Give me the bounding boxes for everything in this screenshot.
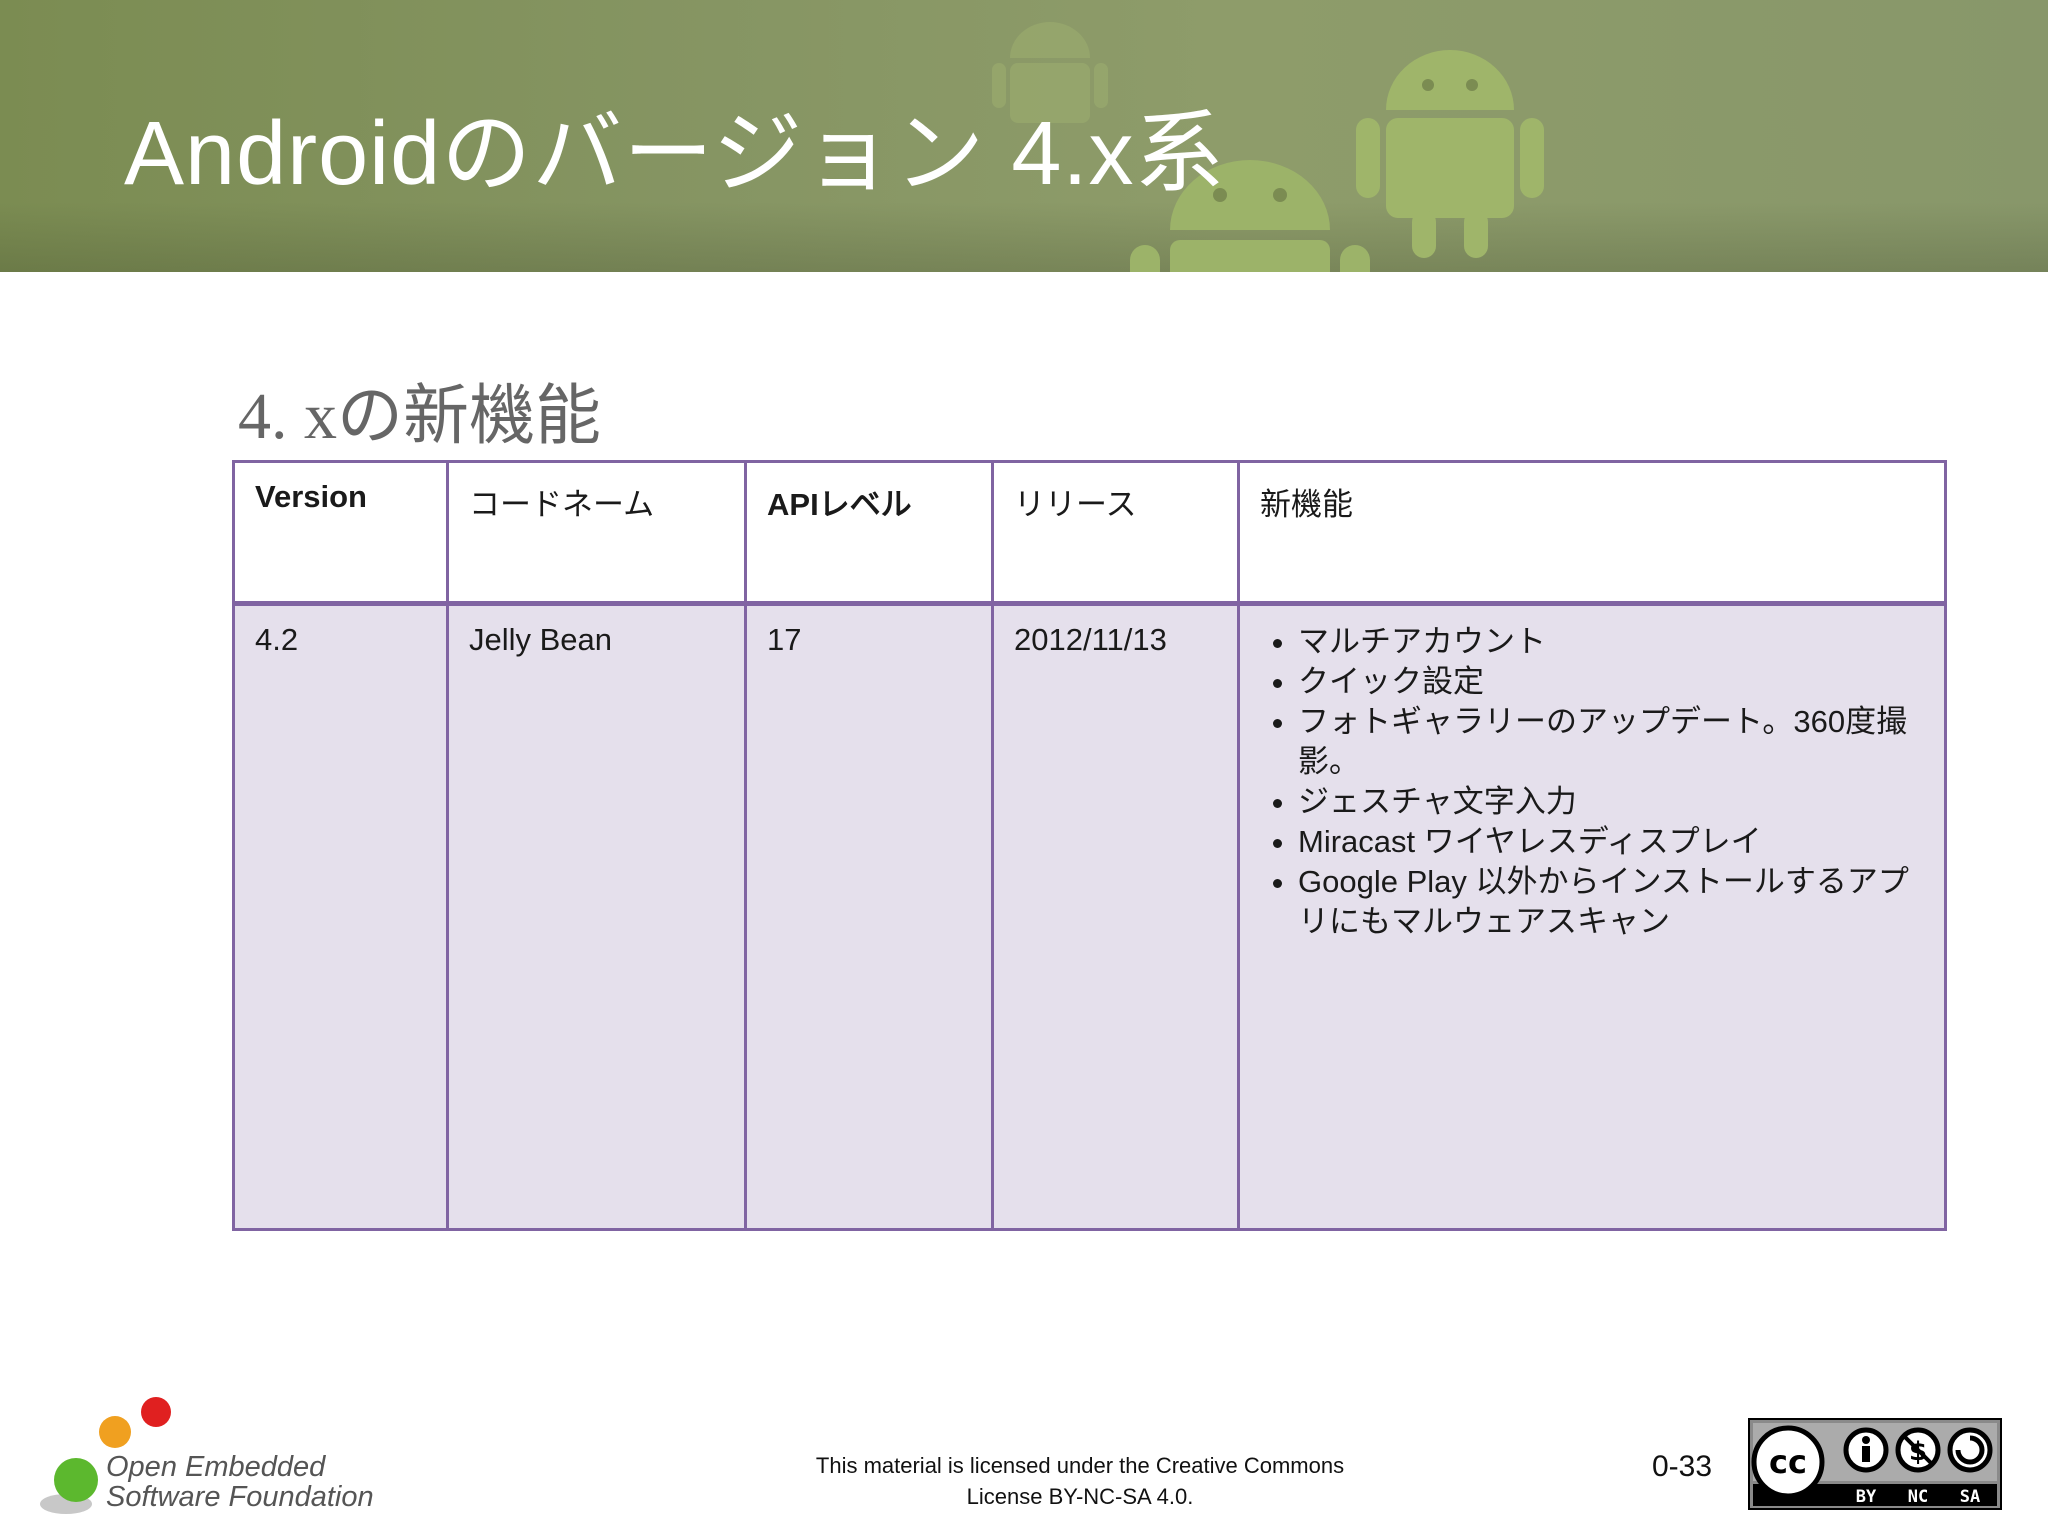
- logo-line-2: Software Foundation: [106, 1481, 374, 1513]
- cell-api-level: 17: [744, 602, 994, 1231]
- svg-text:cc: cc: [1769, 1443, 1807, 1481]
- header-codename: コードネーム: [446, 460, 747, 606]
- table-row: 4.2 Jelly Bean 17 2012/11/13 マルチアカウント クイ…: [232, 602, 1947, 1231]
- oesf-logo: Open Embedded Software Foundation: [38, 1392, 398, 1522]
- license-text: This material is licensed under the Crea…: [780, 1450, 1380, 1512]
- oesf-logo-text: Open Embedded Software Foundation: [106, 1452, 374, 1512]
- page-title: Androidのバージョン 4.x系: [124, 104, 1226, 204]
- feature-item: マルチアカウント: [1298, 622, 1924, 662]
- cc-label-by: BY: [1856, 1487, 1877, 1507]
- logo-line-1: Open Embedded: [106, 1451, 326, 1483]
- feature-list: マルチアカウント クイック設定 フォトギャラリーのアップデート。360度撮影。 …: [1260, 622, 1924, 942]
- header-features: 新機能: [1237, 460, 1947, 606]
- feature-item: フォトギャラリーのアップデート。360度撮影。: [1298, 702, 1924, 782]
- cc-label-nc: NC: [1908, 1487, 1928, 1507]
- license-line-1: This material is licensed under the Crea…: [815, 1453, 1345, 1478]
- cell-release: 2012/11/13: [991, 602, 1240, 1231]
- android-robot-icon: [1356, 50, 1544, 258]
- feature-item: ジェスチャ文字入力: [1298, 782, 1924, 822]
- cell-features: マルチアカウント クイック設定 フォトギャラリーのアップデート。360度撮影。 …: [1237, 602, 1947, 1231]
- cell-codename: Jelly Bean: [446, 602, 747, 1231]
- header-api-level: APIレベル: [744, 460, 994, 606]
- section-subtitle: 4. xの新機能: [238, 380, 601, 453]
- cell-version: 4.2: [232, 602, 449, 1231]
- cc-license-badge-icon: cc $ BY NC SA: [1748, 1418, 2002, 1510]
- header-banner: Androidのバージョン 4.x系: [0, 0, 2048, 272]
- feature-item: Google Play 以外からインストールするアプリにもマルウェアスキャン: [1298, 862, 1924, 942]
- table-header-row: Version コードネーム APIレベル リリース 新機能: [232, 460, 1947, 606]
- header-release: リリース: [991, 460, 1240, 606]
- license-line-2: License BY-NC-SA 4.0.: [966, 1484, 1194, 1509]
- feature-item: クイック設定: [1298, 662, 1924, 702]
- header-shade: [0, 202, 2048, 272]
- page-number: 0-33: [1652, 1450, 1713, 1483]
- header-version: Version: [232, 460, 449, 606]
- cc-label-sa: SA: [1960, 1487, 1980, 1507]
- version-table: Version コードネーム APIレベル リリース 新機能 4.2 Jelly…: [232, 460, 1947, 1231]
- feature-item: Miracast ワイヤレスディスプレイ: [1298, 822, 1924, 862]
